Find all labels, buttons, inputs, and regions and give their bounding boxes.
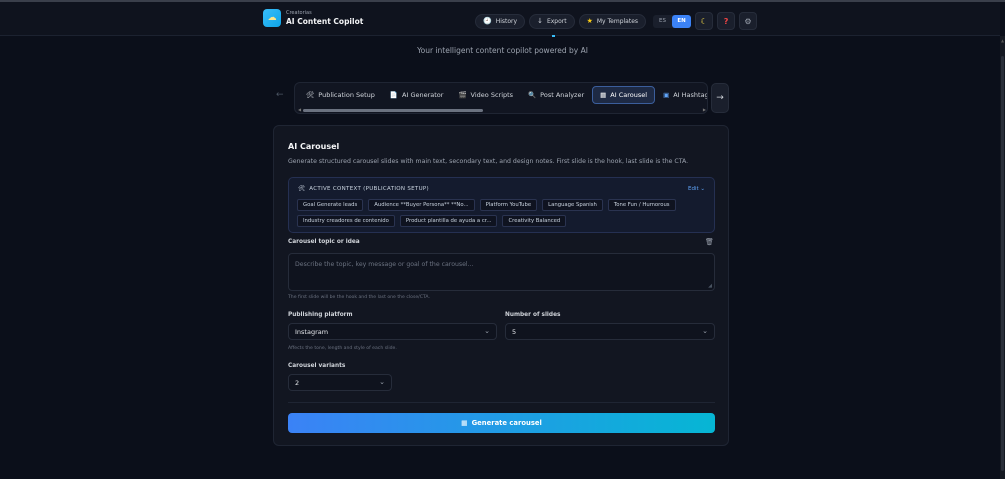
tab-label: Post Analyzer	[540, 91, 585, 99]
platform-label: Publishing platform	[288, 312, 353, 318]
chevron-down-icon: ⌄	[702, 327, 708, 335]
generate-label: Generate carousel	[471, 419, 542, 427]
context-chip: Goal Generate leads	[297, 199, 364, 211]
card-title: AI Carousel	[288, 142, 340, 151]
topic-textarea[interactable]: Describe the topic, key message or goal …	[288, 253, 715, 291]
tab-post-analyzer[interactable]: 🔍 Post Analyzer	[521, 86, 591, 104]
context-chips: Goal Generate leads Audience **Buyer Per…	[297, 199, 707, 227]
topic-label: Carousel topic or idea	[288, 239, 360, 245]
context-chip: Creativity Balanced	[502, 215, 567, 227]
history-button[interactable]: 🕘 History	[475, 13, 526, 29]
platform-select[interactable]: Instagram ⌄	[288, 323, 497, 340]
scroll-left-icon: ◀	[298, 107, 302, 112]
download-icon: ↓	[537, 17, 543, 25]
tab-publication-setup[interactable]: 🛠 Publication Setup	[299, 86, 382, 104]
help-button[interactable]: ?	[717, 12, 736, 30]
history-label: History	[495, 17, 518, 25]
context-chip: Platform YouTube	[479, 199, 538, 211]
generate-carousel-button[interactable]: ▦ Generate carousel	[288, 413, 715, 433]
divider	[288, 402, 715, 403]
cloud-sun-logo-icon: ☁	[263, 9, 281, 27]
topic-placeholder: Describe the topic, key message or goal …	[295, 261, 474, 268]
tabs-scrollbar-thumb[interactable]	[303, 109, 483, 112]
trash-icon: 🗑	[705, 238, 714, 246]
scroll-right-icon: ▶	[702, 107, 706, 112]
question-icon: ?	[723, 16, 729, 26]
tab-video-scripts[interactable]: 🎬 Video Scripts	[451, 86, 520, 104]
app-header: ☁ Creatorias AI Content Copilot 🕘 Histor…	[0, 2, 1000, 36]
tabs-scrollbar[interactable]: ◀ ▶	[298, 107, 706, 112]
resize-grip-icon[interactable]: ◢	[708, 283, 712, 289]
tools-icon: 🛠	[306, 91, 315, 99]
scroll-up-icon: ▲	[1001, 38, 1005, 43]
tab-ai-hashtags[interactable]: ▣ AI Hashtags	[656, 86, 707, 104]
document-icon: 📄	[389, 91, 399, 99]
star-icon: ★	[586, 17, 593, 25]
platform-hint: Affects the tone, length and style of ea…	[288, 346, 397, 351]
export-label: Export	[546, 17, 567, 25]
hashtag-icon: ▣	[663, 91, 670, 99]
my-templates-button[interactable]: ★ My Templates	[578, 13, 647, 29]
context-heading: ACTIVE CONTEXT (PUBLICATION SETUP)	[309, 186, 429, 192]
video-icon: 🎬	[458, 91, 467, 99]
tab-label: AI Generator	[402, 91, 444, 99]
platform-value: Instagram	[295, 327, 329, 336]
page-subtitle: Your intelligent content copilot powered…	[417, 46, 588, 55]
brand-subtitle: Creatorias	[286, 9, 312, 16]
active-indicator	[552, 35, 555, 37]
tabs-scroll-right-button[interactable]: →	[711, 83, 729, 113]
gear-icon: ⚙	[744, 16, 752, 26]
slides-label: Number of slides	[505, 312, 561, 318]
header-actions: 🕘 History ↓ Export ★ My Templates ES EN …	[475, 12, 758, 30]
slides-select[interactable]: 5 ⌄	[505, 323, 715, 340]
my-templates-label: My Templates	[596, 17, 639, 25]
tabs-scroll-left-button[interactable]: ←	[276, 90, 284, 100]
carousel-card: AI Carousel Generate structured carousel…	[273, 125, 729, 446]
context-edit-button[interactable]: Edit ⌄	[688, 186, 705, 192]
chevron-down-icon: ⌄	[379, 378, 385, 386]
active-context-panel: 🛠 ACTIVE CONTEXT (PUBLICATION SETUP) Edi…	[288, 177, 715, 233]
tab-label: Publication Setup	[318, 91, 375, 99]
carousel-icon: ▦	[461, 419, 468, 427]
lang-es-button[interactable]: ES	[653, 15, 672, 28]
variants-select[interactable]: 2 ⌄	[288, 374, 392, 391]
tab-ai-carousel[interactable]: ▦ AI Carousel	[592, 86, 656, 104]
brand-title: AI Content Copilot	[286, 16, 364, 26]
clock-icon: 🕘	[483, 17, 492, 25]
magnifier-icon: 🔍	[528, 91, 537, 99]
dark-mode-button[interactable]: ☾	[695, 12, 714, 30]
variants-value: 2	[295, 378, 300, 387]
variants-label: Carousel variants	[288, 363, 346, 369]
tab-label: AI Carousel	[610, 91, 648, 99]
context-chip: Language Spanish	[542, 199, 603, 211]
context-chip: Industry creadores de contenido	[297, 215, 395, 227]
moon-icon: ☾	[700, 16, 708, 26]
carousel-icon: ▦	[600, 91, 607, 99]
lang-en-button[interactable]: EN	[672, 14, 692, 28]
tools-icon: 🛠	[298, 186, 306, 192]
context-chip: Audience **Buyer Persona** **No...	[368, 199, 475, 211]
context-chip: Tone Fun / Humorous	[607, 199, 676, 211]
card-description: Generate structured carousel slides with…	[288, 158, 689, 165]
chevron-down-icon: ⌄	[484, 327, 490, 335]
brand[interactable]: ☁ Creatorias AI Content Copilot	[263, 9, 363, 27]
tab-ai-generator[interactable]: 📄 AI Generator	[383, 86, 451, 104]
settings-button[interactable]: ⚙	[739, 12, 758, 30]
page-scrollbar[interactable]: ▲	[1000, 36, 1005, 479]
language-toggle: ES EN	[653, 14, 692, 28]
clear-topic-button[interactable]: 🗑	[705, 238, 714, 246]
tab-bar: 🛠 Publication Setup 📄 AI Generator 🎬 Vid…	[294, 82, 708, 114]
topic-hint: The first slide will be the hook and the…	[288, 295, 430, 300]
slides-value: 5	[512, 327, 517, 336]
context-chip: Product plantilla de ayuda a cr...	[399, 215, 498, 227]
page-scrollbar-thumb[interactable]	[1001, 56, 1004, 471]
tab-label: AI Hashtags	[673, 91, 707, 99]
export-button[interactable]: ↓ Export	[529, 13, 575, 29]
tab-label: Video Scripts	[470, 91, 514, 99]
